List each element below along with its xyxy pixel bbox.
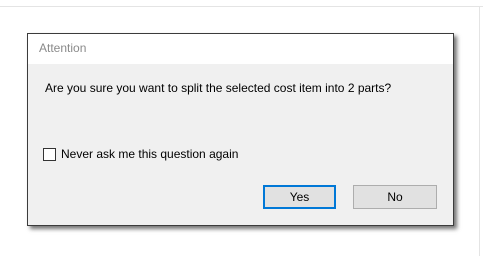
dialog-title: Attention — [39, 41, 87, 55]
never-ask-again-checkbox[interactable] — [43, 147, 56, 161]
yes-button[interactable]: Yes — [263, 185, 336, 209]
no-button[interactable]: No — [353, 185, 437, 209]
dialog-titlebar[interactable]: Attention — [28, 34, 453, 64]
never-ask-again-option[interactable]: Never ask me this question again — [43, 146, 238, 162]
dialog-message: Are you sure you want to split the selec… — [45, 81, 392, 95]
confirmation-dialog: Attention Are you sure you want to split… — [27, 33, 454, 226]
never-ask-again-label[interactable]: Never ask me this question again — [61, 147, 238, 161]
